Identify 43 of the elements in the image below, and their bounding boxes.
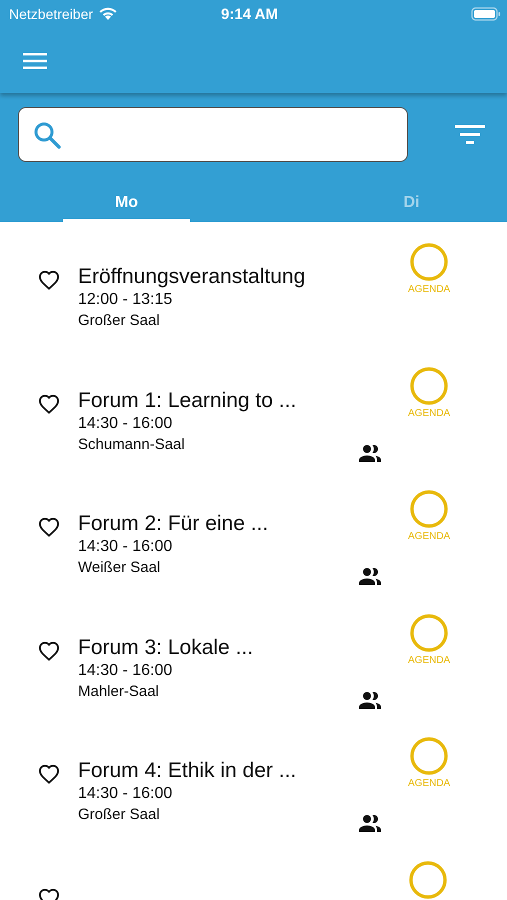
- filter-icon[interactable]: [455, 124, 485, 146]
- agenda-label: AGENDA: [408, 654, 450, 666]
- search-icon: [33, 120, 61, 148]
- group-icon: [358, 690, 382, 708]
- session-time: 14:30 - 16:00: [78, 660, 174, 680]
- session-title[interactable]: Forum 3: Lokale ...: [78, 634, 358, 660]
- heart-icon[interactable]: [38, 394, 60, 414]
- agenda-label: AGENDA: [408, 408, 450, 418]
- group-icon: [358, 567, 382, 585]
- menu-icon[interactable]: [23, 52, 47, 70]
- agenda-label: AGENDA: [408, 778, 450, 789]
- wifi-icon: [98, 7, 118, 21]
- session-title[interactable]: Forum 1: Learning to ...: [78, 388, 358, 414]
- session-time: 14:30 - 16:00: [78, 414, 174, 434]
- session-time: 14:30 - 16:00: [78, 537, 174, 557]
- session-room: Weißer Saal: [78, 558, 162, 578]
- battery-icon: [471, 7, 501, 21]
- heart-icon[interactable]: [38, 640, 60, 660]
- heart-icon[interactable]: [38, 517, 60, 537]
- session-title[interactable]: Forum 2: Für eine ...: [78, 511, 358, 537]
- session-room: Schumann-Saal: [78, 434, 186, 454]
- session-time: 14:30 - 16:00: [78, 784, 174, 804]
- agenda-label: AGENDA: [408, 284, 450, 295]
- agenda-circle-icon[interactable]: [409, 366, 450, 406]
- session-time: 12:00 - 13:15: [78, 290, 174, 310]
- group-icon: [358, 444, 382, 462]
- agenda-circle-icon[interactable]: [409, 612, 450, 652]
- session-title[interactable]: Forum 4: Ethik in der ...: [78, 758, 358, 784]
- session-room: Großer Saal: [78, 311, 161, 331]
- carrier-name: Netzbetreiber: [9, 6, 94, 22]
- agenda-circle-icon[interactable]: [409, 736, 450, 776]
- clock-time: 9:14 AM: [220, 6, 279, 22]
- heart-icon[interactable]: [38, 764, 60, 784]
- session-title[interactable]: Eröffnungsveranstaltung: [78, 264, 358, 290]
- agenda-circle-icon[interactable]: [409, 242, 450, 282]
- session-room: Mahler-Saal: [78, 682, 160, 702]
- group-icon: [358, 814, 382, 832]
- agenda-label: AGENDA: [408, 531, 450, 542]
- heart-icon[interactable]: [38, 270, 60, 290]
- search-field[interactable]: [18, 107, 408, 162]
- agenda-circle-icon[interactable]: [408, 860, 448, 900]
- session-room: Großer Saal: [78, 805, 161, 825]
- agenda-circle-icon[interactable]: [409, 489, 450, 529]
